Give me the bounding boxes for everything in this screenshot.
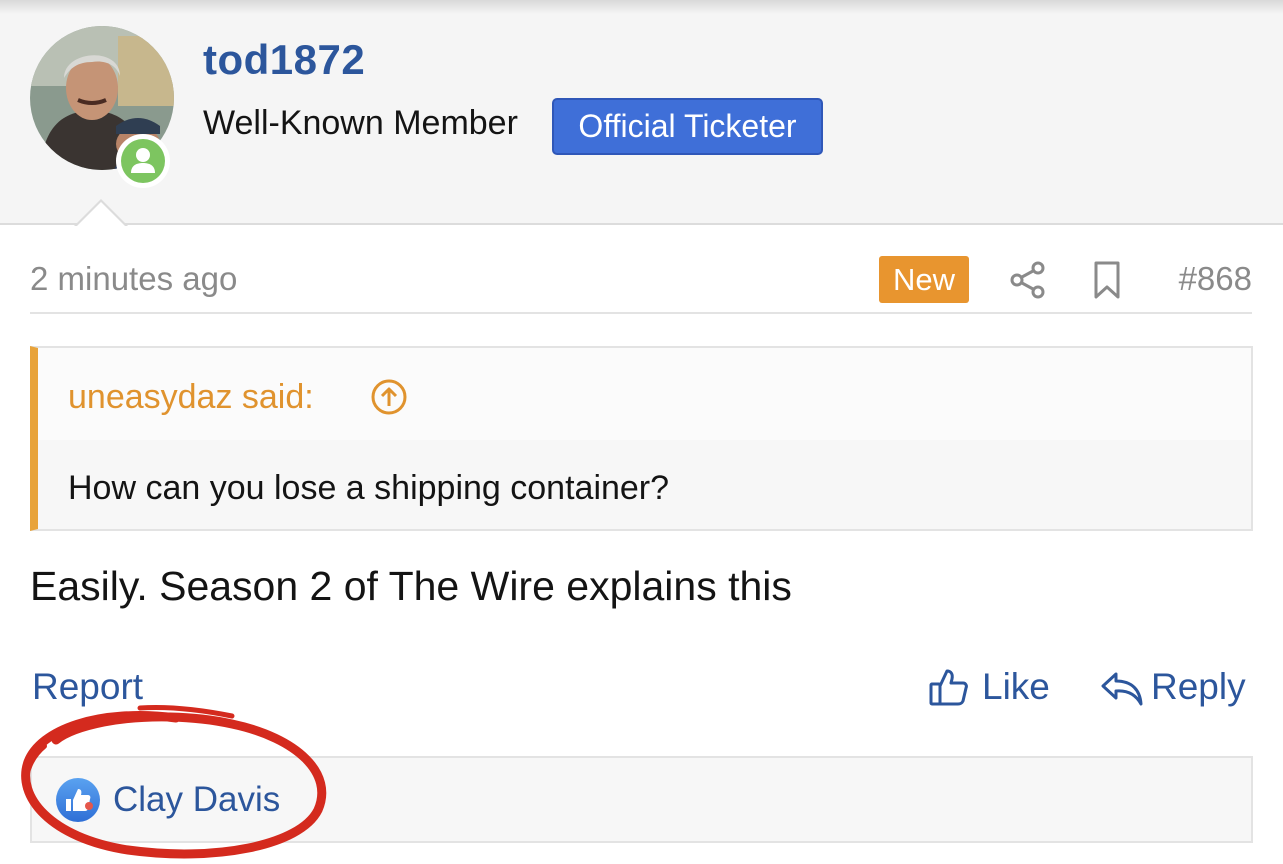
report-link[interactable]: Report [32,666,143,708]
reactor-name-link[interactable]: Clay Davis [113,780,280,820]
reply-arrow-icon [1101,672,1143,706]
like-label: Like [982,666,1050,707]
post-meta-bar: 2 minutes ago New #868 [30,256,1252,314]
username-link[interactable]: tod1872 [203,36,365,84]
post-number-link[interactable]: #868 [1179,260,1252,298]
post-timestamp[interactable]: 2 minutes ago [30,260,237,298]
user-title: Well-Known Member [203,104,518,142]
online-status-indicator [116,134,170,188]
thumbs-up-icon [929,669,968,706]
arrow-up-circle-icon[interactable] [370,378,408,416]
reply-label: Reply [1151,666,1246,707]
quote-header: uneasydaz said: [38,348,1251,440]
quote-author-link[interactable]: uneasydaz said: [68,378,314,417]
post-author-header: tod1872 Well-Known Member Official Ticke… [0,0,1283,225]
quote-text: How can you lose a shipping container? [68,469,670,507]
post-body: Easily. Season 2 of The Wire explains th… [30,563,792,609]
new-badge: New [879,256,969,303]
bookmark-icon[interactable] [1092,260,1122,300]
header-shadow [0,0,1283,14]
quote-block: uneasydaz said: How can you lose a shipp… [30,346,1253,531]
user-icon [131,148,155,173]
header-pointer-fill [76,202,126,227]
user-banner: Official Ticketer [552,98,823,155]
share-icon[interactable] [1008,260,1048,300]
like-reaction-icon[interactable] [54,776,102,824]
reactions-bar: Clay Davis [30,756,1253,843]
